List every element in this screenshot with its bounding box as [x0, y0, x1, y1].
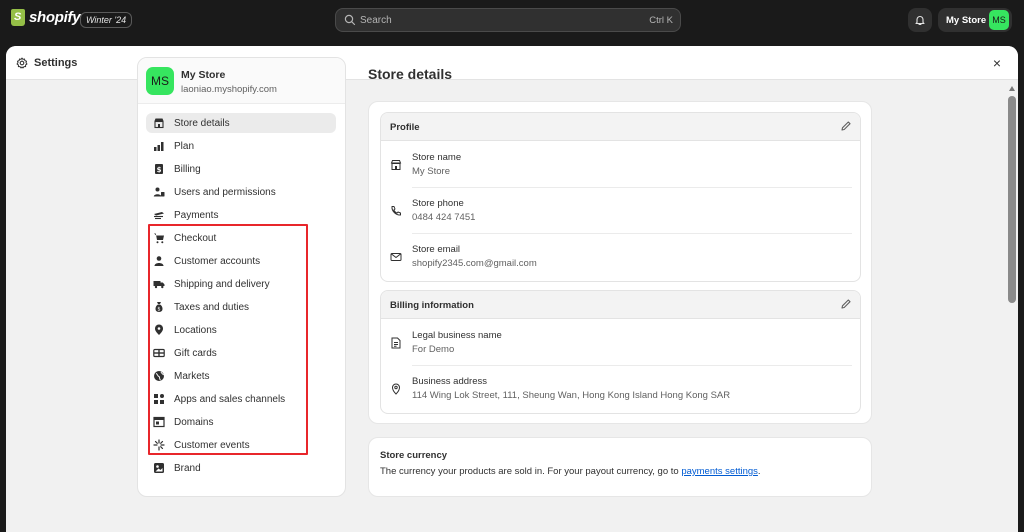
top-bar: shopify Winter '24 Search Ctrl K My Stor… [0, 0, 1024, 40]
store-name: My Store [181, 69, 226, 81]
sidebar-item-label: Payments [174, 209, 219, 221]
field-value: shopify2345.com@gmail.com [412, 258, 537, 269]
profile-header: Profile [381, 113, 860, 141]
field-label: Store email [412, 244, 461, 255]
field-value: For Demo [412, 344, 455, 355]
gear-icon [16, 57, 28, 69]
page-title: Settings [34, 57, 78, 69]
svg-text:$: $ [157, 166, 162, 174]
business-address-row[interactable]: Business address 114 Wing Lok Street, 11… [381, 365, 860, 411]
phone-icon [389, 204, 403, 218]
users-icon [151, 184, 167, 200]
shopify-logo[interactable]: shopify [11, 9, 81, 26]
sidebar-item-label: Users and permissions [174, 186, 276, 198]
search-shortcut: Ctrl K [649, 15, 673, 26]
brand-icon [151, 460, 167, 476]
pencil-icon[interactable] [840, 298, 852, 310]
shopify-bag-icon [11, 9, 25, 26]
payments-settings-link[interactable]: payments settings [681, 466, 758, 477]
field-label: Business address [412, 376, 487, 387]
close-icon: × [992, 55, 1002, 71]
payments-icon [151, 207, 167, 223]
field-value: 0484 424 7451 [412, 212, 476, 223]
bell-icon [915, 16, 925, 26]
plan-icon [151, 138, 167, 154]
legal-business-name-row[interactable]: Legal business name For Demo [381, 319, 860, 365]
section-title: Billing information [390, 300, 474, 311]
sidebar-item-store-details[interactable]: Store details [146, 113, 336, 133]
field-label: Legal business name [412, 330, 502, 341]
store-button-label: My Store [946, 15, 987, 26]
search-icon [344, 14, 356, 26]
sidebar-item-billing[interactable]: $ Billing [146, 159, 336, 179]
sidebar-item-label: Plan [174, 140, 195, 152]
notifications-button[interactable] [908, 8, 932, 32]
store-currency-card: Store currency The currency your product… [368, 437, 872, 497]
sidebar-item-brand[interactable]: Brand [146, 458, 336, 478]
billing-icon: $ [151, 161, 167, 177]
store-phone-row[interactable]: Store phone 0484 424 7451 [381, 187, 860, 233]
location-pin-icon [389, 382, 403, 396]
billing-header: Billing information [381, 291, 860, 319]
scrollbar[interactable] [1006, 80, 1018, 532]
billing-information-section: Billing information Legal business name … [380, 290, 861, 414]
document-icon [389, 336, 403, 350]
field-value: My Store [412, 166, 451, 177]
avatar: MS [989, 10, 1009, 30]
store-email-row[interactable]: Store email shopify2345.com@gmail.com [381, 233, 860, 279]
store-details-card: Profile Store name My Store Store phone … [368, 101, 872, 424]
search-input[interactable]: Search Ctrl K [335, 8, 681, 32]
search-placeholder: Search [360, 15, 392, 26]
currency-description-suffix: . [757, 466, 761, 477]
sidebar-item-payments[interactable]: Payments [146, 205, 336, 225]
section-title: Profile [390, 122, 420, 133]
store-menu-button[interactable]: My Store MS [938, 8, 1012, 32]
store-summary: MS My Store laoniao.myshopify.com [138, 58, 345, 104]
sidebar-item-plan[interactable]: Plan [146, 136, 336, 156]
field-label: Store name [412, 152, 462, 163]
currency-description-text: The currency your products are sold in. … [380, 466, 679, 477]
edition-badge[interactable]: Winter '24 [80, 12, 133, 28]
sidebar-item-label: Billing [174, 163, 201, 175]
field-label: Store phone [412, 198, 464, 209]
sidebar-item-users-and-permissions[interactable]: Users and permissions [146, 182, 336, 202]
sidebar-item-label: Store details [174, 117, 230, 129]
pencil-icon[interactable] [840, 120, 852, 132]
email-icon [389, 250, 403, 264]
field-value: 114 Wing Lok Street, 111, Sheung Wan, Ho… [412, 390, 731, 401]
sidebar-item-label: Brand [174, 462, 201, 474]
store-icon [151, 115, 167, 131]
scrollbar-thumb[interactable] [1008, 96, 1016, 303]
scroll-up-icon[interactable] [1009, 86, 1015, 91]
currency-description: The currency your products are sold in. … [380, 466, 761, 477]
highlight-annotation [148, 224, 308, 455]
logo-text: shopify [29, 9, 81, 26]
store-domain: laoniao.myshopify.com [181, 84, 277, 95]
avatar: MS [146, 67, 174, 95]
store-icon [389, 158, 403, 172]
profile-section: Profile Store name My Store Store phone … [380, 112, 861, 282]
close-button[interactable]: × [988, 54, 1006, 72]
page-title: Store details [368, 66, 453, 82]
store-name-row[interactable]: Store name My Store [381, 141, 860, 187]
section-title: Store currency [380, 450, 448, 461]
